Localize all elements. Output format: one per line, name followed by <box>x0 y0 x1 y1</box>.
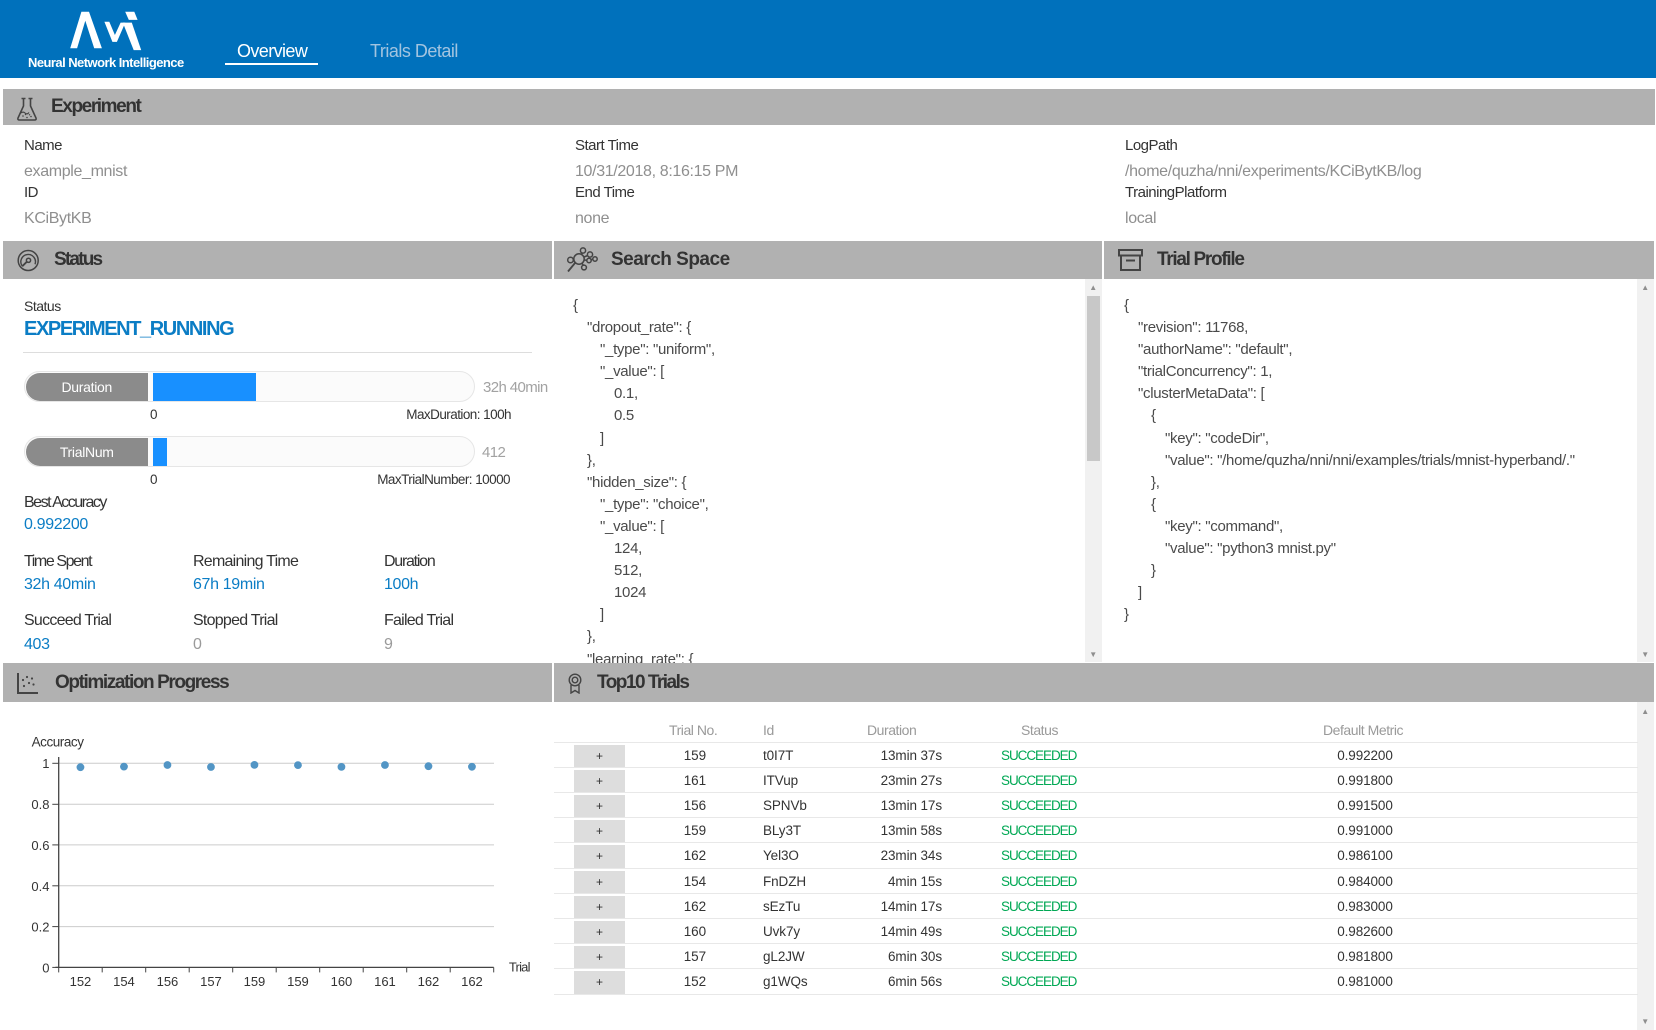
svg-text:Trial: Trial <box>509 960 531 975</box>
svg-text:Accuracy: Accuracy <box>32 735 85 750</box>
svg-text:156: 156 <box>157 974 179 989</box>
svg-text:152: 152 <box>70 974 92 989</box>
svg-text:0.2: 0.2 <box>31 920 49 935</box>
svg-text:157: 157 <box>200 974 222 989</box>
svg-text:1: 1 <box>42 756 49 771</box>
svg-text:160: 160 <box>331 974 353 989</box>
svg-text:0.4: 0.4 <box>31 879 49 894</box>
svg-text:162: 162 <box>461 974 483 989</box>
svg-text:162: 162 <box>418 974 440 989</box>
svg-text:0: 0 <box>42 960 49 975</box>
svg-text:159: 159 <box>244 974 266 989</box>
svg-text:0.6: 0.6 <box>31 838 49 853</box>
svg-text:159: 159 <box>287 974 309 989</box>
svg-text:0.8: 0.8 <box>31 797 49 812</box>
svg-text:161: 161 <box>374 974 396 989</box>
svg-text:154: 154 <box>113 974 135 989</box>
